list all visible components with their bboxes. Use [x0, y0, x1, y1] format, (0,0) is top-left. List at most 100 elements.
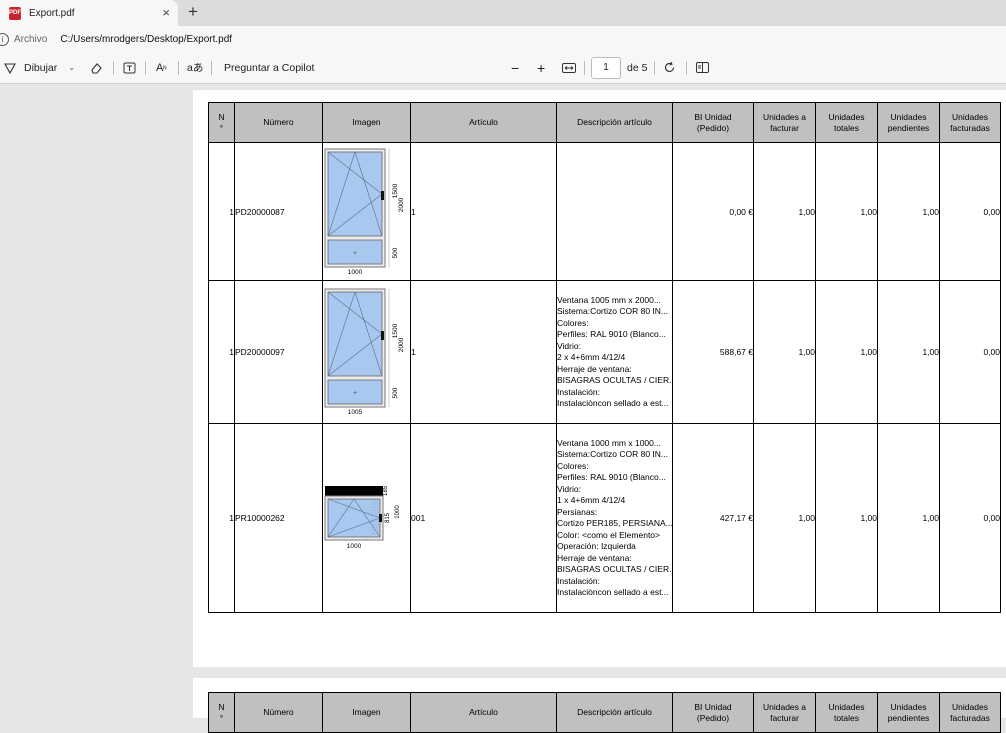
page-view-button[interactable] [696, 52, 709, 83]
articulo-cell: 001 [410, 423, 557, 613]
column-header: Número [234, 692, 323, 733]
descripcion-line: Perfiles: RAL 9010 (Blanco... [557, 472, 666, 482]
unidades-totales-cell: 1,00 [815, 142, 878, 281]
unidades-a-facturar-cell: 1,00 [753, 280, 816, 424]
descripcion-line: Instalaciòncon sellado a est... [557, 587, 669, 597]
eraser-icon [91, 62, 102, 74]
draw-label: Dibujar [24, 61, 58, 74]
svg-text:1000: 1000 [395, 505, 401, 519]
toolbar-divider [654, 61, 655, 75]
rotate-button[interactable] [663, 52, 676, 83]
unidades-a-facturar-cell: 1,00 [753, 423, 816, 613]
descripcion-line: Herraje de ventana: [557, 363, 632, 374]
rotate-icon [664, 61, 675, 73]
column-header: Artículo [410, 102, 557, 143]
unidades-totales-cell: 1,00 [815, 280, 878, 424]
descripcion-line: 1 x 4+6mm 4/12/4 [557, 495, 626, 505]
close-tab-icon[interactable]: × [162, 5, 170, 20]
svg-text:815: 815 [385, 512, 391, 523]
descripcion-line: BISAGRAS OCULTAS / CIER... [557, 564, 673, 574]
zoom-in-icon[interactable]: + [537, 52, 545, 83]
table-header-row: N ° Número Imagen Artículo Descripción artícu… [208, 102, 1001, 143]
copilot-label: Preguntar a Copilot [224, 61, 315, 74]
descripcion-line: Instalaciòncon sellado a est... [557, 398, 669, 408]
items-table: N ° Número Imagen Artículo Descripción artícu… [208, 692, 1001, 733]
zoom-out-icon[interactable]: − [511, 52, 519, 83]
draw-button[interactable]: Dibujar ⌄ [4, 52, 75, 83]
table-row[interactable]: 1 PD20000087 +1500 2000 500 1000 1 0,00 €1,00 1,… [208, 142, 1001, 281]
row-index-cell: 1 [208, 280, 235, 424]
descripcion-cell [556, 142, 673, 281]
svg-text:+: + [353, 390, 357, 397]
svg-text:2000: 2000 [398, 337, 405, 352]
articulo-cell: 1 [410, 142, 557, 281]
descripcion-line: Ventana 1000 mm x 1000... [557, 437, 661, 448]
column-header: Imagen [322, 692, 411, 733]
draw-icon [4, 62, 16, 74]
svg-text:1500: 1500 [392, 183, 399, 198]
table-row[interactable]: 1 PD20000097 +1500 2000 500 1005 1 Ventana 1005… [208, 280, 1001, 424]
text-box-button[interactable] [123, 52, 136, 83]
table-header-row: N ° Número Imagen Artículo Descripción artícu… [208, 692, 1001, 733]
svg-text:+: + [353, 250, 357, 257]
svg-text:1000: 1000 [348, 269, 363, 275]
address-bar[interactable]: i Archivo C:/Users/mrodgers/Desktop/Expo… [0, 26, 1006, 52]
address-path[interactable]: C:/Users/mrodgers/Desktop/Export.pdf [60, 34, 232, 45]
column-header: N ° [208, 102, 235, 143]
page-number-input[interactable]: 1 [591, 56, 621, 79]
translate-button[interactable]: aあ [187, 52, 203, 83]
toolbar-divider [178, 61, 179, 75]
pdf-page[interactable]: N ° Número Imagen Artículo Descripción artícu… [193, 90, 1006, 667]
unidades-pendientes-cell: 1,00 [877, 280, 940, 424]
column-header: Imagen [322, 102, 411, 143]
bi-unidad-cell: 427,17 € [672, 423, 754, 613]
descripcion-line: Color: <como el Elemento> [557, 529, 661, 540]
descripcion-line: Vidrio: [557, 483, 581, 494]
eraser-button[interactable] [90, 52, 103, 83]
tab-title: Export.pdf [29, 7, 75, 19]
column-header: Descripción artículo [556, 102, 673, 143]
pdf-toolbar: Dibujar ⌄ Aᴺ aあ Preguntar a Copilot − + … [0, 52, 1006, 84]
image-cell: +1500 2000 500 1005 [322, 280, 411, 424]
page-view-icon [696, 62, 709, 73]
descripcion-line: Vidrio: [557, 340, 581, 351]
unidades-facturadas-cell: 0,00 [939, 280, 1001, 424]
column-header: Unidades a facturar [753, 102, 816, 143]
read-aloud-button[interactable]: Aᴺ [156, 52, 166, 83]
column-header: Unidades totales [815, 692, 878, 733]
ask-copilot-button[interactable]: Preguntar a Copilot [224, 52, 314, 83]
descripcion-line: Herraje de ventana: [557, 552, 632, 563]
articulo-cell: 1 [410, 280, 557, 424]
window-drawing: +15002000 500 1000 [324, 148, 405, 276]
descripcion-line: Cortizo PER185, PERSIANA... [557, 518, 673, 528]
svg-text:500: 500 [392, 247, 399, 258]
svg-text:2000: 2000 [398, 197, 405, 212]
new-tab-icon[interactable]: + [188, 2, 198, 22]
column-header: BI Unidad (Pedido) [672, 692, 754, 733]
pdf-page[interactable]: N ° Número Imagen Artículo Descripción artícu… [193, 678, 1006, 733]
table-row[interactable]: 1 PR10000262 185 815 1000 1000 001 Ventana 1000… [208, 423, 1001, 613]
unidades-facturadas-cell: 0,00 [939, 142, 1001, 281]
chevron-down-icon[interactable]: ⌄ [68, 63, 75, 72]
fit-width-icon [562, 62, 576, 73]
column-header: Unidades pendientes [877, 692, 940, 733]
descripcion-line: Sistema:Cortizo COR 80 IN... [557, 449, 669, 459]
tab-export-pdf[interactable]: PDF Export.pdf × [0, 0, 178, 26]
descripcion-line: Perfiles: RAL 9010 (Blanco... [557, 329, 666, 339]
descripcion-line: Persianas: [557, 506, 598, 517]
svg-text:185: 185 [383, 485, 389, 496]
toolbar-divider [584, 61, 585, 75]
column-header: Unidades totales [815, 102, 878, 143]
translate-icon: aあ [187, 62, 204, 74]
svg-text:500: 500 [392, 387, 399, 398]
info-icon[interactable]: i [0, 32, 9, 46]
row-index-cell: 1 [208, 142, 235, 281]
svg-text:1000: 1000 [347, 543, 362, 550]
toolbar-divider [113, 61, 114, 75]
column-header: N ° [208, 692, 235, 733]
fit-width-button[interactable] [562, 52, 576, 83]
address-label: Archivo [14, 33, 48, 45]
descripcion-cell: Ventana 1005 mm x 2000... Sistema:Cortizo… [556, 280, 673, 424]
column-header: Artículo [410, 692, 557, 733]
toolbar-divider [145, 61, 146, 75]
